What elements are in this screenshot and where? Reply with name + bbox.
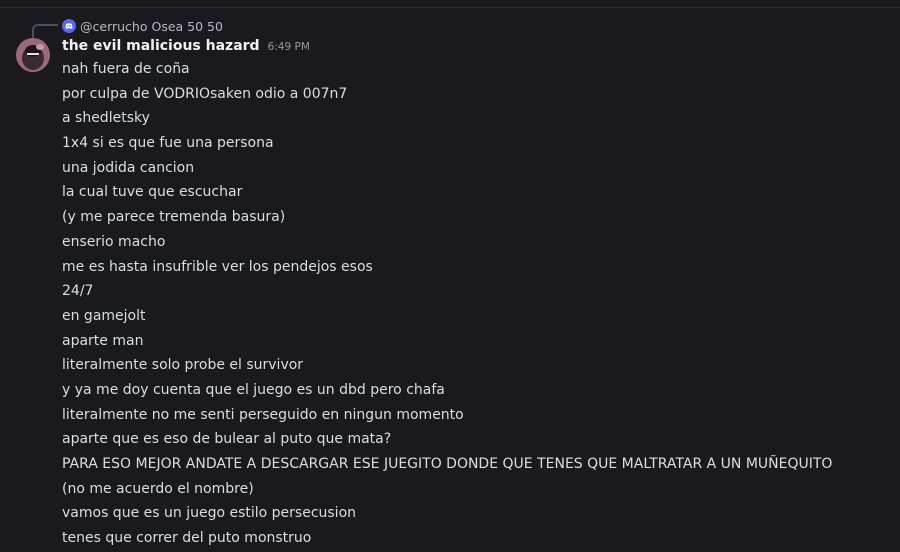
message-line: 24/7 — [62, 283, 94, 300]
message-line: nah fuera de coña — [62, 61, 190, 77]
reply-avatar[interactable] — [62, 19, 76, 33]
avatar[interactable] — [16, 38, 50, 72]
message-line: enserio macho — [62, 233, 166, 250]
message-line: en gamejolt — [62, 307, 146, 324]
message-line: y ya me doy cuenta que el juego es un db… — [62, 381, 445, 398]
reply-text[interactable]: Osea 50 50 — [152, 19, 223, 34]
message-line: una jodida cancion — [62, 159, 195, 176]
reply-preview[interactable]: @cerrucho Osea 50 50 — [62, 17, 223, 35]
message-line: (no me acuerdo el nombre) — [62, 480, 254, 497]
message-line: tenes que correr del puto monstruo — [62, 530, 312, 547]
message-line: por culpa de VODRIOsaken odio a 007n7 — [62, 85, 348, 102]
chat-message: @cerrucho Osea 50 50 the evil malicious … — [0, 0, 900, 550]
message-line: literalmente no me senti perseguido en n… — [62, 406, 464, 423]
timestamp[interactable]: 6:49 PM — [268, 41, 310, 53]
message-line: PARA ESO MEJOR ANDATE A DESCARGAR ESE JU… — [62, 456, 833, 472]
user-avatar-image — [16, 38, 50, 72]
reply-connector-line — [32, 24, 58, 38]
message-line: aparte que es eso de bulear al puto que … — [62, 431, 392, 448]
username[interactable]: the evil malicious hazard — [62, 38, 260, 54]
reply-author[interactable]: @cerrucho — [80, 19, 148, 34]
message-line: aparte man — [62, 332, 144, 349]
message-line: me es hasta insufrible ver los pendejos … — [62, 258, 373, 275]
message-line: (y me parece tremenda basura) — [62, 209, 286, 226]
message-header: the evil malicious hazard 6:49 PM — [62, 38, 310, 58]
message-content: nah fuera de coña por culpa de VODRIOsak… — [62, 58, 892, 552]
message-line: a shedletsky — [62, 110, 150, 127]
message-line: la cual tuve que escuchar — [62, 184, 243, 201]
discord-logo-icon — [65, 23, 73, 29]
message-line: 1x4 si es que fue una persona — [62, 135, 274, 152]
message-line: literalmente solo probe el survivor — [62, 357, 304, 374]
message-line: vamos que es un juego estilo persecusion — [62, 505, 357, 522]
